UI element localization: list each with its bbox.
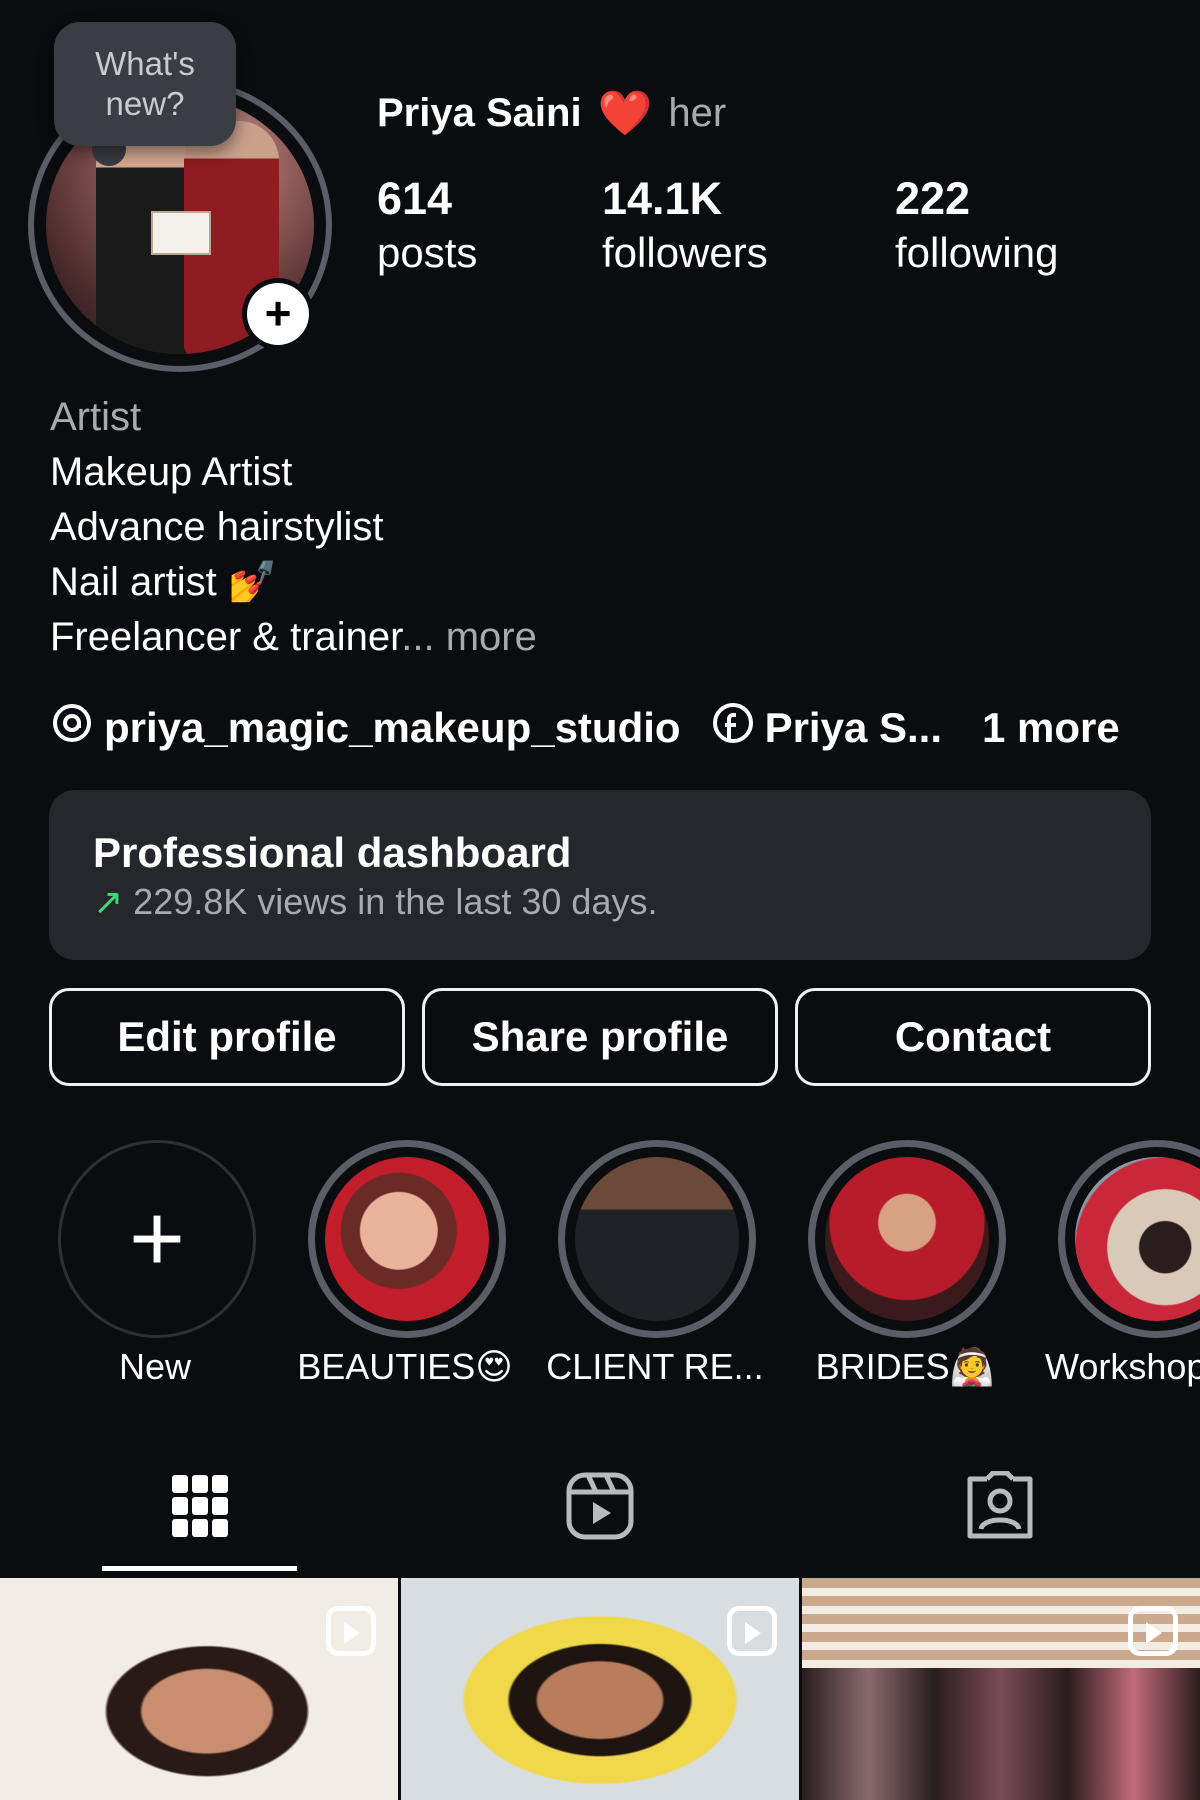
highlight-thumbnail <box>825 1157 989 1321</box>
profile-name-row: Priya Saini ❤️ her <box>377 88 726 138</box>
highlight-label: BRIDES👰 <box>815 1346 995 1387</box>
plus-icon: + <box>247 283 309 345</box>
trend-up-icon: ↗ <box>93 881 124 922</box>
post-tile[interactable] <box>401 1578 799 1800</box>
highlight-workshop[interactable] <box>1058 1140 1200 1338</box>
stat-label: posts <box>377 229 478 276</box>
highlight-label: Workshop <box>1045 1346 1200 1387</box>
highlight-label: CLIENT RE... <box>546 1346 764 1387</box>
add-story-button[interactable]: + <box>242 278 314 350</box>
tab-reels[interactable] <box>560 1466 640 1546</box>
share-profile-button[interactable]: Share profile <box>422 988 778 1086</box>
bio-category: Artist <box>50 395 142 439</box>
stat-label: following <box>895 229 1059 276</box>
new-highlight-button[interactable]: + <box>58 1140 256 1338</box>
stat-label: followers <box>602 229 768 276</box>
post-tile[interactable] <box>802 1578 1200 1800</box>
bio-line: Freelancer & trainer <box>50 615 402 659</box>
reel-icon <box>727 1606 777 1656</box>
edit-profile-button[interactable]: Edit profile <box>49 988 405 1086</box>
highlight-thumbnail <box>1075 1157 1200 1321</box>
facebook-icon <box>711 701 755 756</box>
whats-new-tooltip[interactable]: What's new? <box>54 22 236 146</box>
professional-dashboard[interactable]: Professional dashboard ↗ 229.8K views in … <box>49 790 1151 960</box>
post-group-photo <box>802 1668 1200 1800</box>
bio-line: Advance hairstylist <box>50 505 384 549</box>
highlight-client-reviews[interactable] <box>558 1140 756 1338</box>
stat-value: 222 <box>895 173 971 224</box>
avatar-certificate <box>151 211 211 255</box>
profile-name: Priya Saini <box>377 90 582 135</box>
bio-ellipsis: ... <box>401 615 435 659</box>
highlight-thumbnail <box>575 1157 739 1321</box>
highlight-thumbnail <box>325 1157 489 1321</box>
tab-tagged[interactable] <box>960 1466 1040 1546</box>
threads-icon <box>50 701 94 756</box>
highlight-label: BEAUTIES😍 <box>297 1346 513 1387</box>
dashboard-subtitle-row: ↗ 229.8K views in the last 30 days. <box>93 878 1107 926</box>
bio-line: Makeup Artist <box>50 450 293 494</box>
stat-followers[interactable]: 14.1K followers <box>602 172 768 280</box>
pronouns: her <box>668 90 727 135</box>
highlight-label: New <box>118 1346 192 1387</box>
bio: Artist Makeup Artist Advance hairstylist… <box>50 390 537 665</box>
active-tab-indicator <box>102 1566 297 1571</box>
bio-line-last: Freelancer & trainer... more <box>50 610 537 665</box>
reel-icon <box>326 1606 376 1656</box>
threads-link[interactable]: priya_magic_makeup_studio <box>104 704 681 752</box>
heart-icon: ❤️ <box>597 89 653 138</box>
stat-value: 14.1K <box>602 173 723 224</box>
grid-icon <box>172 1475 228 1537</box>
tooltip-line-2: new? <box>105 85 185 122</box>
dashboard-subtitle: 229.8K views in the last 30 days. <box>133 881 658 922</box>
contact-button[interactable]: Contact <box>795 988 1151 1086</box>
highlight-brides[interactable] <box>808 1140 1006 1338</box>
bio-more-link[interactable]: more <box>435 615 537 659</box>
plus-icon: + <box>128 1185 186 1292</box>
stat-following[interactable]: 222 following <box>895 172 1058 280</box>
reel-icon <box>1128 1606 1178 1656</box>
stat-posts[interactable]: 614 posts <box>377 172 477 280</box>
stat-value: 614 <box>377 173 453 224</box>
tab-posts-grid[interactable] <box>160 1466 240 1546</box>
dashboard-title: Professional dashboard <box>93 829 572 876</box>
facebook-link[interactable]: Priya S... <box>765 704 942 752</box>
highlight-beauties[interactable] <box>308 1140 506 1338</box>
bio-line: Nail artist 💅 <box>50 560 278 604</box>
post-tile[interactable] <box>0 1578 398 1800</box>
profile-links: priya_magic_makeup_studio Priya S... 1 m… <box>50 700 1120 756</box>
more-links[interactable]: 1 more <box>982 704 1120 752</box>
reels-icon <box>566 1472 634 1540</box>
tooltip-line-1: What's <box>95 45 195 82</box>
tagged-icon <box>967 1471 1033 1539</box>
